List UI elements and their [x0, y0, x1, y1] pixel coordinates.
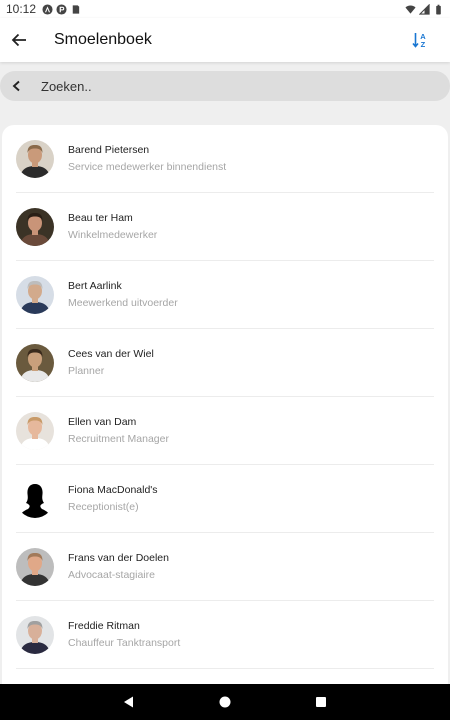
- person-role: Recruitment Manager: [68, 433, 169, 445]
- person-name: Ellen van Dam: [68, 416, 137, 428]
- list-item[interactable]: Freddie Ritman Chauffeur Tanktransport: [16, 601, 434, 669]
- person-name: Fiona MacDonald's: [68, 484, 158, 496]
- status-icons-right: [405, 3, 444, 15]
- search-input[interactable]: [41, 78, 421, 94]
- system-nav-bar: [0, 684, 450, 720]
- person-role: Advocaat-stagiaire: [68, 569, 155, 581]
- avatar: [16, 411, 54, 450]
- person-name: Beau ter Ham: [68, 212, 133, 224]
- person-role: Winkelmedewerker: [68, 229, 158, 241]
- avatar: [16, 275, 54, 314]
- nav-home-button[interactable]: [177, 684, 273, 720]
- person-role: Chauffeur Tanktransport: [68, 637, 181, 649]
- person-text: Freddie Ritman Chauffeur Tanktransport: [68, 619, 180, 650]
- person-name: Cees van der Wiel: [68, 348, 154, 360]
- contact-list: Barend Pietersen Service medewerker binne…: [2, 125, 448, 685]
- person-role: Meewerkend uitvoerder: [68, 297, 178, 309]
- person-text: Barend Pietersen Service medewerker binne…: [68, 143, 226, 174]
- list-item[interactable]: Fiona MacDonald's Receptionist(e): [16, 465, 434, 533]
- page-title: Smoelenboek: [54, 31, 152, 48]
- avatar: [16, 343, 54, 382]
- person-name: Freddie Ritman: [68, 620, 140, 632]
- chevron-left-icon: [12, 80, 20, 92]
- list-item[interactable]: Bert Aarlink Meewerkend uitvoerder: [16, 261, 434, 329]
- status-bar: 10:12: [0, 0, 450, 18]
- person-role: Planner: [68, 365, 105, 377]
- person-text: Fiona MacDonald's Receptionist(e): [68, 483, 158, 514]
- search-back-button[interactable]: [2, 71, 32, 101]
- list-item[interactable]: Barend Pietersen Service medewerker binne…: [16, 125, 434, 193]
- back-button[interactable]: [0, 18, 38, 62]
- search-bar: [0, 71, 450, 101]
- sd-card-icon: [72, 4, 80, 14]
- person-name: Frans van der Doelen: [68, 552, 169, 564]
- status-time: 10:12: [6, 2, 37, 16]
- wifi-icon: [405, 4, 416, 14]
- person-text: Frans van der Doelen Advocaat-stagiaire: [68, 551, 169, 582]
- nav-recents-button[interactable]: [273, 684, 369, 720]
- signal-icon: [419, 3, 430, 15]
- app-a-icon: [42, 3, 53, 15]
- person-role: Receptionist(e): [68, 501, 139, 513]
- avatar: [16, 479, 54, 518]
- sort-az-icon: A Z: [412, 32, 426, 49]
- avatar: [16, 547, 54, 586]
- sort-button[interactable]: A Z: [398, 18, 442, 62]
- avatar: [16, 615, 54, 654]
- nav-back-icon: [124, 696, 133, 708]
- list-item[interactable]: Cees van der Wiel Planner: [16, 329, 434, 397]
- battery-icon: [436, 4, 441, 15]
- list-item[interactable]: Frans van der Doelen Advocaat-stagiaire: [16, 533, 434, 601]
- person-name: Barend Pietersen: [68, 144, 150, 156]
- nav-back-button[interactable]: [81, 684, 177, 720]
- svg-text:Z: Z: [421, 40, 426, 49]
- list-item[interactable]: Beau ter Ham Winkelmedewerker: [16, 193, 434, 261]
- avatar: [16, 139, 54, 178]
- status-icons-left: [42, 3, 81, 15]
- person-text: Ellen van Dam Recruitment Manager: [68, 415, 169, 446]
- arrow-back-icon: [11, 33, 26, 47]
- person-text: Bert Aarlink Meewerkend uitvoerder: [68, 279, 178, 310]
- nav-recents-icon: [316, 697, 326, 707]
- avatar: [16, 207, 54, 246]
- nav-home-icon: [219, 696, 231, 708]
- app-bar: Smoelenboek A Z: [0, 18, 450, 62]
- person-text: Beau ter Ham Winkelmedewerker: [68, 211, 157, 242]
- person-role: Service medewerker binnendienst: [68, 161, 227, 173]
- list-item[interactable]: Ellen van Dam Recruitment Manager: [16, 397, 434, 465]
- person-name: Bert Aarlink: [68, 280, 122, 292]
- app-p-icon: [56, 3, 67, 15]
- person-text: Cees van der Wiel Planner: [68, 347, 154, 378]
